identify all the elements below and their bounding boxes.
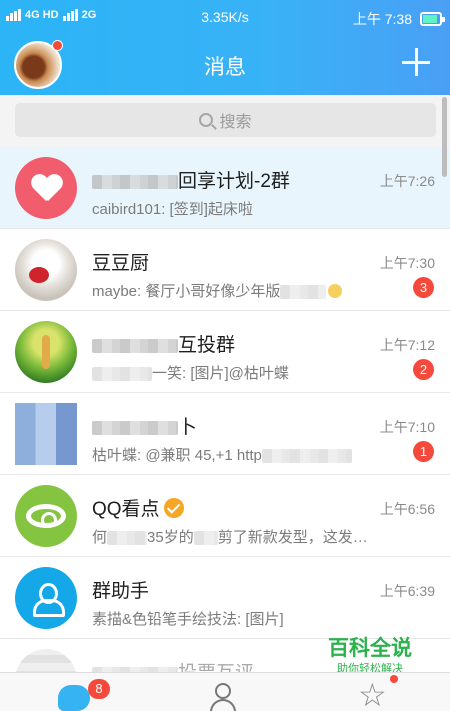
- qq-kandian-avatar: [15, 485, 77, 547]
- conversation-preview: 何 35岁的 剪了新款发型，这发…: [92, 529, 368, 546]
- group-avatar: [15, 157, 77, 219]
- avatar-notification-dot: [52, 40, 63, 51]
- conversation-row[interactable]: 群助手 素描&色铅笔手绘技法: [图片] 上午6:39: [0, 557, 450, 639]
- conversation-preview: maybe: 餐厅小哥好像少年版: [92, 280, 343, 301]
- conversation-time: 上午6:39: [379, 583, 435, 599]
- unread-badge: 2: [413, 359, 434, 380]
- tab-contacts[interactable]: [207, 679, 239, 711]
- conversation-list: 回享计划-2群 caibird101: [签到]起床啦 上午7:26 豆豆厨 m…: [0, 147, 450, 711]
- redacted-text: [92, 420, 178, 435]
- conversation-row[interactable]: 豆豆厨 maybe: 餐厅小哥好像少年版 上午7:30 3: [0, 229, 450, 311]
- conversation-time: 上午7:26: [379, 173, 435, 189]
- verified-icon: [163, 498, 184, 518]
- group-avatar: [15, 321, 77, 383]
- conversation-name: QQ看点: [92, 494, 184, 521]
- battery-icon: [420, 12, 445, 26]
- messages-tab-badge: 8: [88, 679, 110, 699]
- conversation-name: 互投群: [92, 330, 235, 357]
- heart-icon: [31, 175, 61, 202]
- page-title: 消息: [204, 56, 246, 79]
- contact-avatar: [15, 239, 77, 301]
- bottom-tab-bar: ☆: [0, 672, 450, 711]
- search-placeholder: 搜索: [219, 114, 252, 131]
- star-icon: ☆: [358, 677, 387, 711]
- clock: 上午 7:38: [352, 11, 412, 27]
- search-input[interactable]: 搜索: [15, 103, 436, 137]
- search-area: 搜索: [0, 95, 450, 147]
- redacted-text: [92, 338, 178, 353]
- conversation-row[interactable]: 回享计划-2群 caibird101: [签到]起床啦 上午7:26: [0, 147, 450, 229]
- conversation-preview: 一笑: [图片]@枯叶蝶: [92, 362, 289, 383]
- conversation-row[interactable]: 卜 枯叶蝶: @兼职 45,+1 http 上午7:10 1: [0, 393, 450, 475]
- scrollbar[interactable]: [442, 97, 447, 177]
- status-bar: 4G HD 2G 3.35K/s 上午 7:38: [0, 0, 450, 34]
- conversation-name: 回享计划-2群: [92, 166, 290, 193]
- conversation-time: 上午7:12: [379, 337, 435, 353]
- tab-messages[interactable]: [58, 679, 90, 711]
- search-icon: [199, 113, 214, 127]
- conversation-name: 卜: [92, 412, 197, 439]
- conversation-time: 上午7:30: [379, 255, 435, 271]
- plus-icon[interactable]: [402, 48, 430, 76]
- trends-notification-dot: [390, 675, 398, 683]
- conversation-row[interactable]: 互投群 一笑: [图片]@枯叶蝶 上午7:12 2: [0, 311, 450, 393]
- conversation-name: 群助手: [92, 581, 150, 602]
- status-right: 上午 7:38: [352, 9, 445, 29]
- title-bar: 4G HD 2G 3.35K/s 上午 7:38 消息: [0, 0, 450, 95]
- group-avatar: [15, 403, 77, 465]
- tab-trends[interactable]: ☆: [358, 679, 390, 711]
- people-icon: [31, 583, 65, 617]
- unread-badge: 3: [413, 277, 434, 298]
- chat-bubble-icon: [58, 685, 90, 711]
- conversation-name: 豆豆厨: [92, 253, 150, 274]
- unread-badge: 1: [413, 441, 434, 462]
- conversation-preview: 枯叶蝶: @兼职 45,+1 http: [92, 444, 352, 465]
- person-icon: [215, 683, 231, 699]
- conversation-preview: caibird101: [签到]起床啦: [92, 201, 253, 218]
- emoji-icon: [328, 284, 343, 298]
- watermark-title: 百科全说: [328, 637, 412, 660]
- group-helper-avatar: [15, 567, 77, 629]
- redacted-text: [92, 174, 178, 189]
- conversation-time: 上午6:56: [379, 501, 435, 517]
- conversation-row[interactable]: QQ看点 何 35岁的 剪了新款发型，这发… 上午6:56: [0, 475, 450, 557]
- conversation-preview: 素描&色铅笔手绘技法: [图片]: [92, 611, 284, 628]
- eye-icon: [26, 504, 66, 528]
- conversation-time: 上午7:10: [379, 419, 435, 435]
